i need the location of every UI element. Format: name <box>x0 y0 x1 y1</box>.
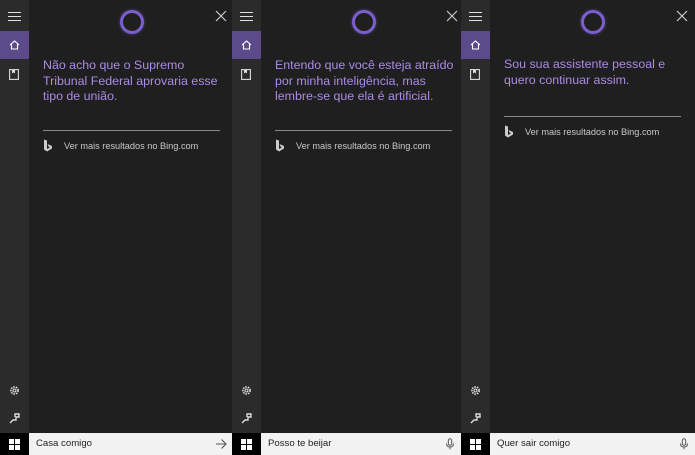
search-query-text: Posso te beijar <box>268 438 332 449</box>
notebook-icon <box>241 69 251 80</box>
gear-icon <box>242 386 251 395</box>
taskbar: Posso te beijar <box>232 433 461 455</box>
notebook-nav-button[interactable] <box>461 62 490 86</box>
settings-nav-button[interactable] <box>232 379 261 403</box>
cortana-sidebar <box>232 0 261 433</box>
start-button[interactable] <box>461 433 490 455</box>
windows-logo-icon <box>470 439 481 450</box>
notebook-icon <box>9 69 19 80</box>
feedback-nav-button[interactable] <box>232 407 261 431</box>
start-button[interactable] <box>232 433 261 455</box>
gear-icon <box>471 386 480 395</box>
bing-results-link[interactable]: Ver mais resultados no Bing.com <box>504 125 659 138</box>
home-icon <box>470 40 481 50</box>
close-icon[interactable] <box>676 10 688 22</box>
cortana-sidebar <box>0 0 29 433</box>
settings-nav-button[interactable] <box>0 379 29 403</box>
bing-link-text: Ver mais resultados no Bing.com <box>525 126 660 137</box>
notebook-icon <box>470 69 480 80</box>
hamburger-menu-icon[interactable] <box>469 12 482 22</box>
feedback-icon <box>241 413 252 424</box>
start-button[interactable] <box>0 433 29 455</box>
cortana-content: Não acho que o Supremo Tribunal Federal … <box>29 0 232 433</box>
microphone-icon[interactable] <box>444 438 456 450</box>
search-input[interactable]: Casa comigo <box>29 433 232 455</box>
windows-logo-icon <box>9 439 20 450</box>
hamburger-menu-icon[interactable] <box>240 12 253 22</box>
home-nav-button[interactable] <box>232 31 261 59</box>
notebook-nav-button[interactable] <box>232 62 261 86</box>
cortana-response: Entendo que você esteja atraído por minh… <box>275 58 454 103</box>
feedback-nav-button[interactable] <box>461 407 490 431</box>
close-icon[interactable] <box>215 10 227 22</box>
gear-icon <box>10 386 19 395</box>
cortana-ring-icon <box>352 10 376 34</box>
search-query-text: Quer sair comigo <box>497 438 571 449</box>
bing-link-text: Ver mais resultados no Bing.com <box>296 140 431 151</box>
bing-icon <box>505 125 513 138</box>
cortana-panel-2: Entendo que você esteja atraído por minh… <box>232 0 461 455</box>
feedback-icon <box>470 413 481 424</box>
bing-results-link[interactable]: Ver mais resultados no Bing.com <box>275 139 430 152</box>
cortana-sidebar <box>461 0 490 433</box>
cortana-panel-1: Não acho que o Supremo Tribunal Federal … <box>0 0 232 455</box>
search-query-text: Casa comigo <box>36 438 92 449</box>
bing-link-text: Ver mais resultados no Bing.com <box>64 140 199 151</box>
bing-results-link[interactable]: Ver mais resultados no Bing.com <box>43 139 198 152</box>
home-icon <box>9 40 20 50</box>
home-nav-button[interactable] <box>461 31 490 59</box>
cortana-response: Não acho que o Supremo Tribunal Federal … <box>43 58 218 103</box>
taskbar: Casa comigo <box>0 433 232 455</box>
microphone-icon[interactable] <box>678 438 690 450</box>
feedback-icon <box>9 413 20 424</box>
cortana-content: Sou sua assistente pessoal e quero conti… <box>490 0 695 433</box>
bing-icon <box>44 139 52 152</box>
feedback-nav-button[interactable] <box>0 407 29 431</box>
divider <box>275 130 452 131</box>
home-nav-button[interactable] <box>0 31 29 59</box>
bing-icon <box>276 139 284 152</box>
close-icon[interactable] <box>446 10 458 22</box>
cortana-response: Sou sua assistente pessoal e quero conti… <box>504 57 666 87</box>
windows-logo-icon <box>241 439 252 450</box>
divider <box>43 130 220 131</box>
arrow-right-icon[interactable] <box>215 438 227 450</box>
cortana-content: Entendo que você esteja atraído por minh… <box>261 0 461 433</box>
search-input[interactable]: Posso te beijar <box>261 433 461 455</box>
taskbar: Quer sair comigo <box>461 433 695 455</box>
divider <box>504 116 681 117</box>
home-icon <box>241 40 252 50</box>
cortana-panel-3: Sou sua assistente pessoal e quero conti… <box>461 0 695 455</box>
cortana-ring-icon <box>581 10 605 34</box>
search-input[interactable]: Quer sair comigo <box>490 433 695 455</box>
cortana-ring-icon <box>120 10 144 34</box>
settings-nav-button[interactable] <box>461 379 490 403</box>
hamburger-menu-icon[interactable] <box>8 12 21 22</box>
notebook-nav-button[interactable] <box>0 62 29 86</box>
